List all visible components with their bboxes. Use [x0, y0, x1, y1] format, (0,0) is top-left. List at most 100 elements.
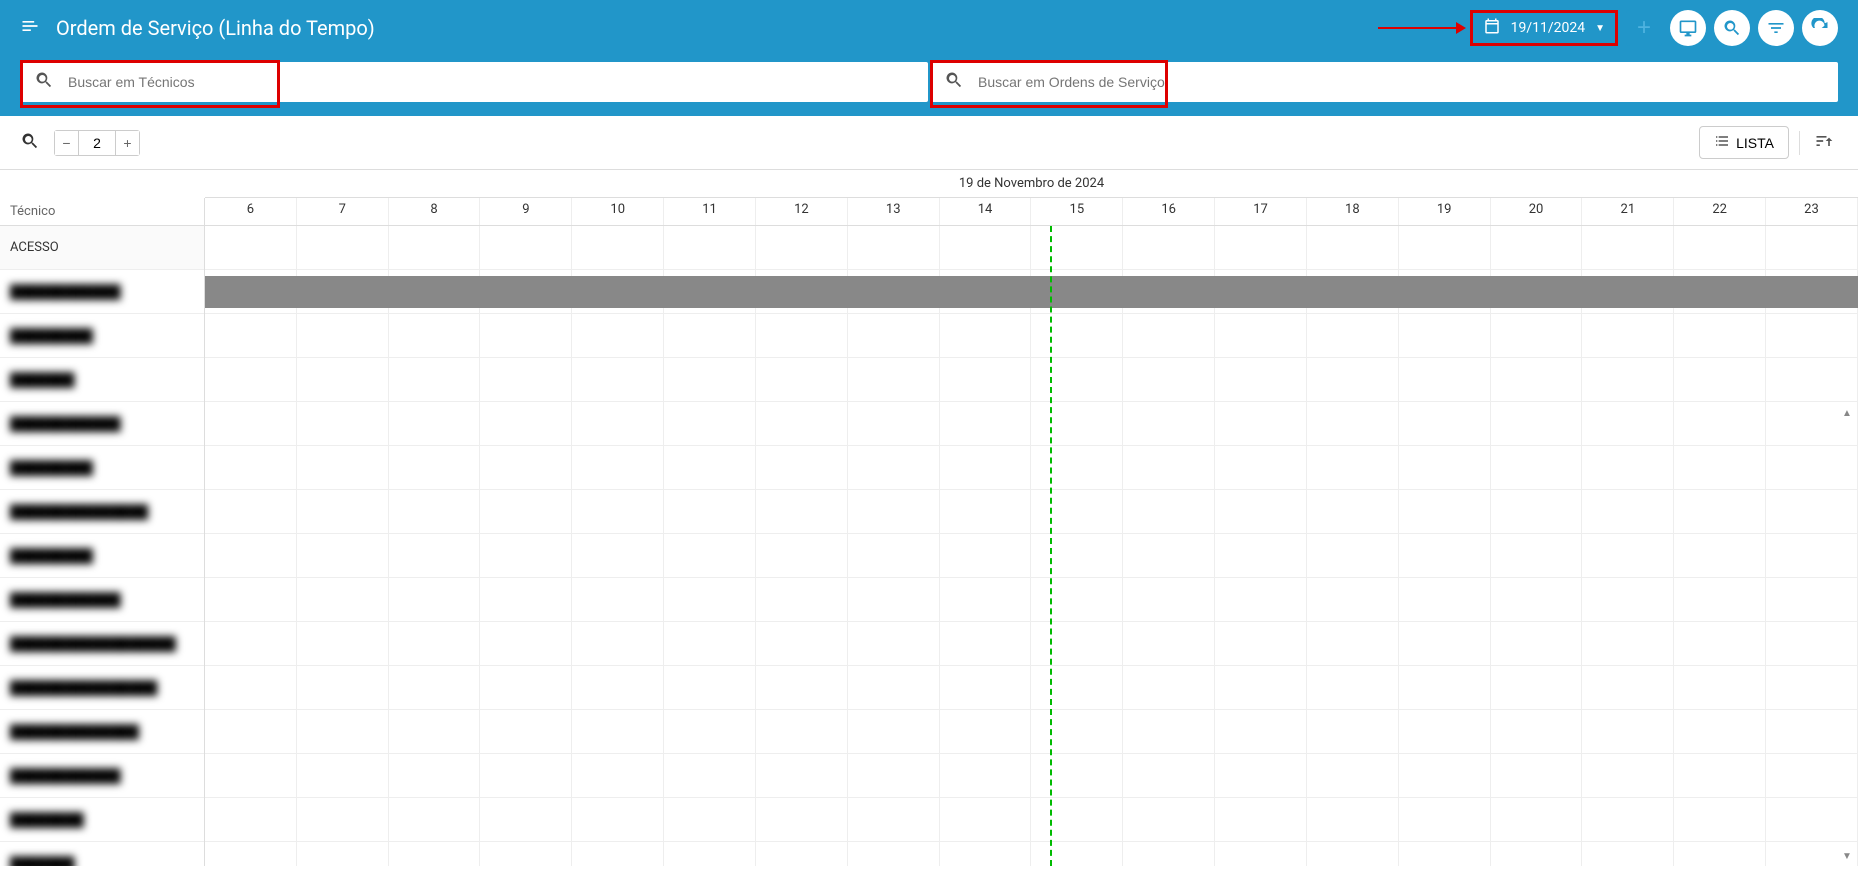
technician-row[interactable]: ████████████ — [0, 402, 204, 446]
monitor-button[interactable] — [1670, 10, 1706, 46]
technician-row[interactable]: █████████ — [0, 314, 204, 358]
timeline-row[interactable] — [205, 446, 1858, 490]
technician-row[interactable]: ████████████ — [0, 578, 204, 622]
divider — [1799, 131, 1800, 155]
timeline-column-header: Técnico 67891011121314151617181920212223 — [0, 198, 1858, 226]
timeline-grid[interactable] — [205, 226, 1858, 866]
toolbar-right: LISTA — [1699, 126, 1838, 159]
technician-row[interactable]: ████████████████ — [0, 666, 204, 710]
zoom-value-input[interactable] — [79, 131, 115, 155]
hour-cell: 8 — [389, 198, 481, 225]
technician-name: █████████ — [10, 548, 93, 564]
app-header: Ordem de Serviço (Linha do Tempo) 19/11/… — [0, 0, 1858, 56]
hour-cell: 23 — [1766, 198, 1858, 225]
technician-row[interactable]: ███████ — [0, 358, 204, 402]
page-title: Ordem de Serviço (Linha do Tempo) — [56, 16, 1378, 40]
search-icon — [34, 70, 54, 94]
timeline-row[interactable] — [205, 754, 1858, 798]
technician-row[interactable]: ███████ — [0, 842, 204, 866]
hour-cell: 15 — [1031, 198, 1123, 225]
hour-cell: 6 — [205, 198, 297, 225]
technician-name: ███████ — [10, 372, 74, 388]
timeline-row[interactable] — [205, 402, 1858, 446]
search-technicians-input[interactable] — [68, 74, 914, 90]
search-orders-input[interactable] — [978, 74, 1824, 90]
technician-name: ███████ — [10, 856, 74, 867]
hour-cell: 10 — [572, 198, 664, 225]
zoom-icon — [20, 131, 40, 155]
zoom-out-button[interactable]: − — [55, 131, 79, 155]
hour-cell: 7 — [297, 198, 389, 225]
timeline-toolbar: − + LISTA — [0, 116, 1858, 170]
technician-name: ████████████ — [10, 768, 121, 784]
technician-row[interactable]: █████████ — [0, 446, 204, 490]
hour-cell: 22 — [1674, 198, 1766, 225]
timeline-row[interactable] — [205, 314, 1858, 358]
list-icon — [1714, 133, 1730, 152]
technician-name: ████████████ — [10, 416, 121, 432]
technician-group[interactable]: ACESSO — [0, 226, 204, 270]
search-technicians-box — [20, 62, 928, 102]
technician-row[interactable]: ████████████ — [0, 754, 204, 798]
search-icon — [944, 70, 964, 94]
hour-cell: 21 — [1582, 198, 1674, 225]
search-orders-box — [930, 62, 1838, 102]
technician-name: ████████ — [10, 812, 84, 828]
search-button[interactable] — [1714, 10, 1750, 46]
technician-row[interactable]: ████████ — [0, 798, 204, 842]
header-actions: 19/11/2024 ▼ + — [1378, 10, 1838, 46]
scroll-up-indicator[interactable]: ▲ — [1842, 408, 1856, 419]
refresh-button[interactable] — [1802, 10, 1838, 46]
timeline-row[interactable] — [205, 798, 1858, 842]
hour-cell: 19 — [1399, 198, 1491, 225]
annotation-arrow — [1378, 27, 1458, 29]
timeline-row[interactable] — [205, 358, 1858, 402]
technician-name: ███████████████ — [10, 504, 148, 520]
scroll-down-indicator[interactable]: ▼ — [1842, 851, 1856, 862]
technician-row[interactable]: ████████████ — [0, 270, 204, 314]
technician-row[interactable]: ██████████████ — [0, 710, 204, 754]
hour-cell: 12 — [756, 198, 848, 225]
timeline-row[interactable] — [205, 666, 1858, 710]
technician-row[interactable]: ███████████████ — [0, 490, 204, 534]
add-button[interactable]: + — [1626, 10, 1662, 46]
technician-column-header: Técnico — [0, 198, 205, 225]
hour-cell: 11 — [664, 198, 756, 225]
hour-cell: 20 — [1491, 198, 1583, 225]
sort-button[interactable] — [1810, 127, 1838, 159]
current-time-line — [1050, 226, 1052, 866]
hour-cell: 17 — [1215, 198, 1307, 225]
timeline-row[interactable] — [205, 226, 1858, 270]
filter-button[interactable] — [1758, 10, 1794, 46]
timeline-row[interactable] — [205, 490, 1858, 534]
timeline-row[interactable] — [205, 578, 1858, 622]
timeline-date-header: 19 de Novembro de 2024 — [205, 170, 1858, 198]
technician-row[interactable]: ██████████████████ — [0, 622, 204, 666]
technician-name: █████████ — [10, 328, 93, 344]
technician-name: ████████████ — [10, 284, 121, 300]
zoom-in-button[interactable]: + — [115, 131, 139, 155]
technician-list: ACESSO██████████████████████████████████… — [0, 226, 205, 866]
timeline-row[interactable] — [205, 842, 1858, 866]
search-bar — [0, 56, 1858, 116]
timeline-row[interactable] — [205, 710, 1858, 754]
timeline-row[interactable] — [205, 622, 1858, 666]
technician-row[interactable]: █████████ — [0, 534, 204, 578]
timeline: 19 de Novembro de 2024 Técnico 678910111… — [0, 170, 1858, 866]
technician-name: ████████████ — [10, 592, 121, 608]
technician-name: ██████████████████ — [10, 636, 176, 652]
timeline-body[interactable]: ACESSO██████████████████████████████████… — [0, 226, 1858, 866]
list-view-button[interactable]: LISTA — [1699, 126, 1789, 159]
timeline-row[interactable] — [205, 534, 1858, 578]
list-button-label: LISTA — [1736, 135, 1774, 151]
date-value: 19/11/2024 — [1511, 20, 1586, 36]
hours-header: 67891011121314151617181920212223 — [205, 198, 1858, 225]
date-picker[interactable]: 19/11/2024 ▼ — [1470, 10, 1618, 46]
timeline-row[interactable] — [205, 270, 1858, 314]
task-bar[interactable] — [205, 276, 1858, 308]
hour-cell: 14 — [940, 198, 1032, 225]
hour-cell: 16 — [1123, 198, 1215, 225]
hour-cell: 9 — [480, 198, 572, 225]
technician-name: ██████████████ — [10, 724, 139, 740]
menu-icon[interactable] — [20, 16, 40, 40]
